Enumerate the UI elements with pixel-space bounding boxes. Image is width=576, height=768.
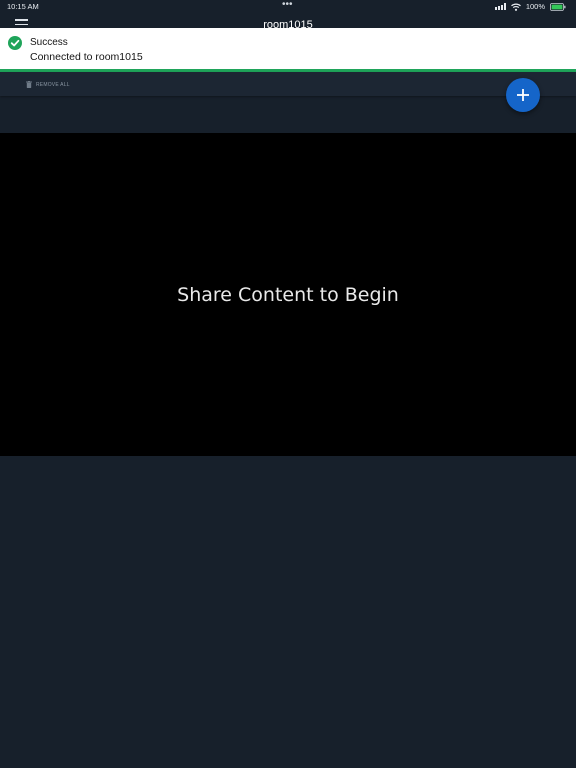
remove-all-label: REMOVE ALL: [36, 81, 70, 88]
content-stage: Share Content to Begin: [0, 133, 576, 456]
wifi-icon: [510, 3, 521, 11]
status-time: 10:15 AM: [7, 2, 39, 11]
plus-icon: [516, 88, 530, 102]
success-toast[interactable]: Success Connected to room1015: [0, 28, 576, 72]
battery-percent: 100%: [525, 2, 545, 11]
trash-icon: [26, 81, 32, 88]
multitasking-dots: •••: [282, 0, 293, 10]
remove-all-button[interactable]: REMOVE ALL: [26, 81, 70, 88]
toolbar: REMOVE ALL: [0, 72, 576, 96]
add-content-button[interactable]: [506, 78, 540, 112]
check-circle-icon: [8, 36, 22, 50]
battery-icon: [550, 2, 566, 11]
toast-title: Success: [30, 37, 68, 48]
status-bar: 10:15 AM ••• 100%: [0, 0, 576, 14]
stage-message: Share Content to Begin: [177, 283, 399, 306]
toast-message: Connected to room1015: [30, 51, 143, 63]
signal-icon: [494, 3, 506, 10]
status-indicators: 100%: [494, 2, 566, 11]
